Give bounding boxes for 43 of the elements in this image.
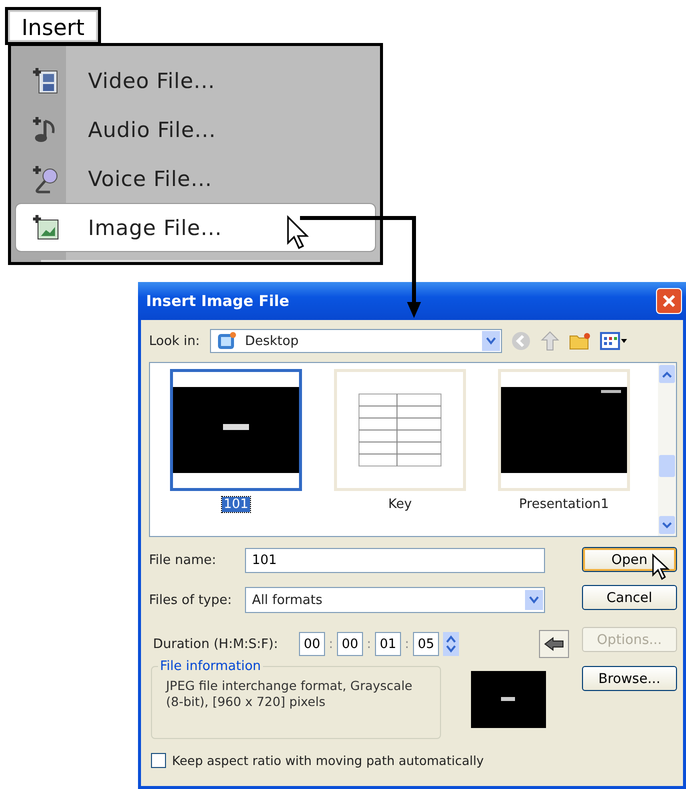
close-icon: [662, 294, 676, 308]
menu-item[interactable]: Image File...: [15, 203, 376, 252]
dialog-button[interactable]: Browse...: [582, 666, 677, 691]
duration-field[interactable]: 01: [375, 632, 401, 656]
duration-field[interactable]: 00: [299, 632, 325, 656]
mouse-cursor-icon: [651, 553, 671, 581]
file-type-label: Files of type:: [149, 592, 233, 608]
window-title: Insert Image File: [146, 292, 290, 310]
desktop-icon: [217, 331, 237, 351]
scrollbar[interactable]: [658, 363, 676, 536]
duration-label: Duration (H:M:S:F):: [153, 636, 279, 652]
spin-button[interactable]: [443, 632, 459, 656]
dialog-button[interactable]: Cancel: [582, 585, 677, 610]
time-separator: :: [366, 636, 372, 652]
time-separator: :: [404, 636, 410, 652]
dialog-button[interactable]: Open: [582, 547, 677, 572]
close-button[interactable]: [656, 288, 682, 314]
menu-item[interactable]: Voice File...: [15, 154, 376, 203]
new-folder-icon[interactable]: [569, 332, 591, 350]
checkbox[interactable]: [151, 753, 166, 768]
left-arrow-icon: [544, 637, 564, 651]
checkbox-label: Keep aspect ratio with moving path automatically: [172, 753, 484, 768]
view-menu-icon[interactable]: [600, 332, 628, 350]
look-in-dropdown[interactable]: Desktop: [210, 329, 502, 353]
insert-menu-tab[interactable]: Insert: [5, 7, 101, 45]
duration-field[interactable]: 05: [413, 632, 439, 656]
chevron-down-icon: [662, 522, 672, 528]
look-in-label: Look in:: [149, 334, 201, 348]
left-arrow-button[interactable]: [538, 630, 569, 658]
file-name-label: File name:: [149, 552, 218, 568]
file-type-dropdown[interactable]: All formats: [245, 587, 545, 613]
chevron-up-icon: [662, 370, 672, 378]
menu-item[interactable]: Audio File...: [15, 105, 376, 154]
mouse-cursor-icon: [286, 215, 312, 251]
scroll-thumb[interactable]: [659, 454, 675, 476]
menu-item[interactable]: Video File...: [15, 56, 376, 105]
file-info-text: JPEG file interchange format, Grayscale (8-bit), [960 x 720] pixels: [166, 678, 414, 710]
time-separator: :: [328, 636, 334, 652]
picture-plus-icon: [31, 212, 61, 242]
duration-field[interactable]: 00: [337, 632, 363, 656]
file-name-field[interactable]: 101: [245, 548, 545, 572]
group-title: File information: [159, 659, 262, 674]
up-folder-icon[interactable]: [540, 331, 560, 351]
